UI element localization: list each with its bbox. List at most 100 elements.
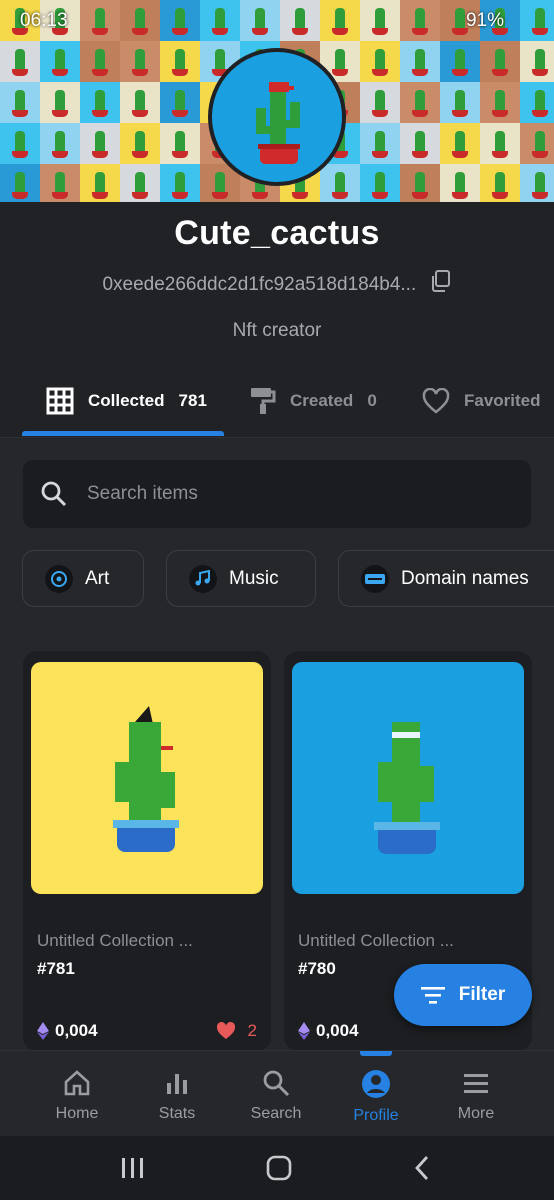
status-time: 06:13 (20, 10, 68, 31)
banner-tile (520, 41, 554, 82)
nft-image (31, 662, 263, 894)
nft-collection-name: Untitled Collection ... (298, 931, 454, 950)
search-icon (41, 481, 67, 507)
profile-tabs: Collected 781 Created 0 Favorited (0, 368, 554, 438)
banner-tile (0, 123, 40, 164)
banner-tile (400, 82, 440, 123)
banner-tile (520, 164, 554, 202)
tab-favorited-label: Favorited (464, 391, 541, 410)
nft-likes[interactable]: 2 (216, 1021, 257, 1041)
banner-tile (80, 164, 120, 202)
wallet-address: 0xeede266ddc2d1fc92a518d184b4... (0, 270, 554, 298)
banner-tile (120, 164, 160, 202)
banner-tile (40, 164, 80, 202)
nav-home[interactable]: Home (27, 1051, 127, 1137)
banner-tile (440, 41, 480, 82)
banner-tile (400, 164, 440, 202)
profile-avatar[interactable] (208, 48, 346, 186)
banner-tile (440, 123, 480, 164)
banner-tile (480, 41, 520, 82)
search-icon (263, 1070, 290, 1097)
grid-icon (46, 387, 74, 415)
banner-tile (360, 41, 400, 82)
banner-tile (80, 41, 120, 82)
banner-tile (360, 164, 400, 202)
copy-icon[interactable] (430, 270, 452, 298)
banner-tile (160, 164, 200, 202)
banner-tile (40, 123, 80, 164)
nav-home-label: Home (55, 1105, 99, 1122)
recent-apps-icon[interactable] (120, 1156, 146, 1180)
category-chip-music[interactable]: Music (166, 550, 316, 607)
banner-tile (0, 82, 40, 123)
banner-tile (520, 82, 554, 123)
banner-tile (40, 82, 80, 123)
cactus-nft-icon (374, 722, 440, 854)
art-icon (45, 564, 73, 593)
filter-button-label: Filter (458, 984, 506, 1005)
banner-tile (40, 41, 80, 82)
nav-profile[interactable]: Profile (326, 1051, 426, 1137)
banner-tile (0, 164, 40, 202)
nav-search-label: Search (250, 1105, 302, 1122)
cactus-nft-icon (113, 706, 179, 852)
status-bar: 06:13 91% (0, 0, 554, 44)
banner-tile (440, 164, 480, 202)
banner-tile (0, 41, 40, 82)
filter-button[interactable]: Filter (394, 964, 532, 1026)
banner-tile (80, 82, 120, 123)
search-placeholder: Search items (87, 483, 198, 504)
banner-tile (440, 82, 480, 123)
profile-icon (362, 1070, 390, 1098)
banner-tile (160, 82, 200, 123)
nav-search[interactable]: Search (226, 1051, 326, 1137)
back-icon[interactable] (412, 1154, 432, 1182)
nft-card[interactable]: Untitled Collection ... #781 0,004 2 (23, 651, 271, 1051)
search-items-input[interactable]: Search items (23, 460, 531, 528)
ethereum-icon (298, 1022, 310, 1040)
nft-price-value: 0,004 (316, 1021, 359, 1040)
banner-tile (120, 41, 160, 82)
nav-more-label: More (457, 1105, 495, 1122)
ethereum-icon (37, 1022, 49, 1040)
bottom-navigation: Home Stats Search Profile More (0, 1050, 554, 1136)
tab-collected-count: 781 (178, 391, 207, 410)
banner-tile (360, 82, 400, 123)
banner-tile (480, 82, 520, 123)
home-button-icon[interactable] (265, 1154, 293, 1182)
profile-bio: Nft creator (232, 320, 322, 341)
nft-price: 0,004 (298, 1021, 359, 1041)
banner-tile (80, 123, 120, 164)
nft-number: #780 (298, 959, 336, 978)
banner-tile (520, 123, 554, 164)
nft-image (292, 662, 524, 894)
category-chip-art[interactable]: Art (22, 550, 144, 607)
banner-tile (160, 41, 200, 82)
nav-stats[interactable]: Stats (127, 1051, 227, 1137)
category-chip-domain-names[interactable]: Domain names (338, 550, 554, 607)
banner-tile (120, 123, 160, 164)
stats-icon (167, 1074, 187, 1094)
category-domain-label: Domain names (401, 567, 529, 589)
tab-collected-label: Collected (88, 391, 165, 410)
tab-favorited[interactable]: Favorited (422, 368, 541, 434)
banner-tile (160, 123, 200, 164)
tab-created-count: 0 (367, 391, 377, 410)
profile-name: Cute_cactus (174, 214, 380, 252)
active-tab-indicator (22, 431, 224, 436)
nft-price: 0,004 (37, 1021, 98, 1041)
banner-tile (400, 123, 440, 164)
banner-tile (120, 82, 160, 123)
banner-tile (480, 123, 520, 164)
nav-more[interactable]: More (426, 1051, 526, 1137)
filter-icon (420, 987, 445, 1004)
domain-icon (361, 564, 389, 593)
nav-stats-label: Stats (158, 1105, 196, 1122)
menu-icon (464, 1074, 488, 1093)
tab-created[interactable]: Created 0 (250, 368, 377, 434)
wallet-address-text: 0xeede266ddc2d1fc92a518d184b4... (102, 274, 417, 295)
home-icon (64, 1070, 90, 1096)
banner-tile (400, 41, 440, 82)
category-music-label: Music (229, 567, 279, 589)
tab-collected[interactable]: Collected 781 (46, 368, 207, 434)
